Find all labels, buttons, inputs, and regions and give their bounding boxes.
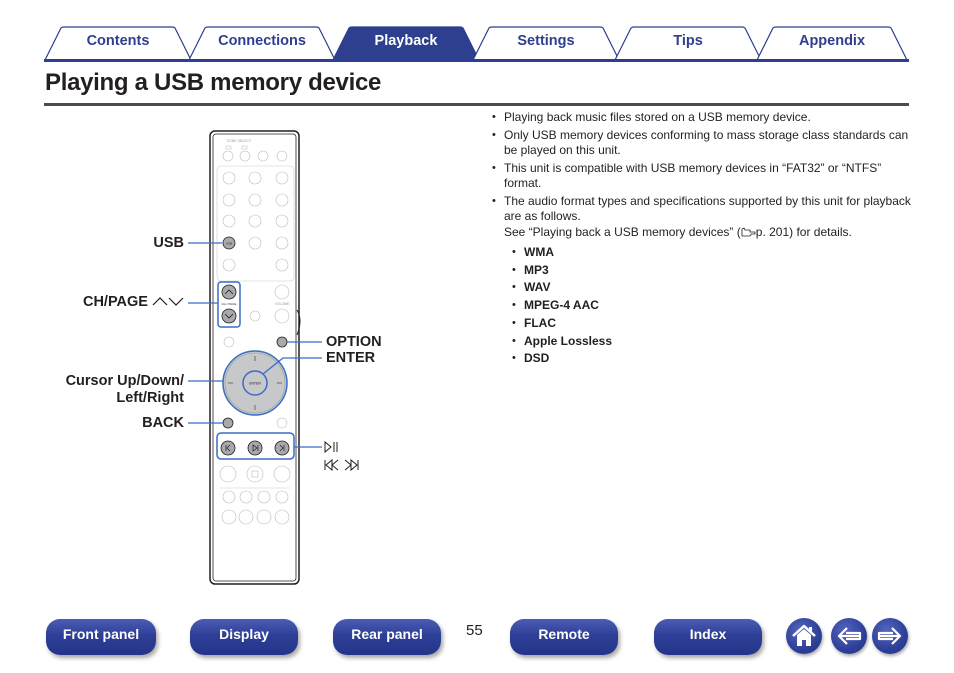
remote-back-button bbox=[222, 417, 234, 429]
callout-cursor-line2: Left/Right bbox=[116, 390, 184, 406]
remote-ch-down-button bbox=[221, 308, 237, 324]
skip-back-forward-icons bbox=[324, 458, 359, 472]
index-button[interactable]: Index bbox=[654, 619, 762, 655]
home-button[interactable] bbox=[786, 618, 822, 654]
svg-text:CH / PAGE: CH / PAGE bbox=[222, 302, 237, 306]
svg-text:ENTER: ENTER bbox=[249, 382, 261, 386]
remote-skip-back-button bbox=[220, 440, 236, 456]
callout-cursor: Cursor Up/Down/ Left/Right bbox=[40, 373, 184, 407]
callout-ch-page: CH/PAGE bbox=[50, 294, 184, 312]
callout-back: BACK bbox=[142, 415, 184, 431]
arrow-left-icon bbox=[837, 627, 862, 645]
forward-button[interactable] bbox=[872, 618, 908, 654]
arrow-right-icon bbox=[877, 627, 902, 645]
front-panel-button[interactable]: Front panel bbox=[46, 619, 156, 655]
home-icon bbox=[792, 624, 816, 646]
callout-cursor-line1: Cursor Up/Down/ bbox=[65, 373, 184, 389]
callout-option: OPTION bbox=[326, 334, 382, 350]
callout-usb: USB bbox=[153, 235, 184, 251]
remote-zone-select-label: ZONE SELECT bbox=[227, 139, 252, 143]
page-number: 55 bbox=[466, 622, 483, 639]
display-button[interactable]: Display bbox=[190, 619, 298, 655]
back-button[interactable] bbox=[831, 618, 867, 654]
remote-button[interactable]: Remote bbox=[510, 619, 618, 655]
chevron-up-down-icon bbox=[152, 295, 184, 312]
play-pause-icon bbox=[324, 440, 338, 454]
remote-ch-up-button bbox=[221, 284, 237, 300]
remote-option-button bbox=[276, 336, 288, 348]
svg-text:USB: USB bbox=[226, 242, 232, 246]
remote-play-pause-button bbox=[247, 440, 263, 456]
callout-enter: ENTER bbox=[326, 350, 376, 366]
callout-ch-page-text: CH/PAGE bbox=[82, 294, 148, 310]
svg-text:VOLUME: VOLUME bbox=[275, 302, 290, 306]
remote-skip-forward-button bbox=[274, 440, 290, 456]
rear-panel-button[interactable]: Rear panel bbox=[333, 619, 441, 655]
